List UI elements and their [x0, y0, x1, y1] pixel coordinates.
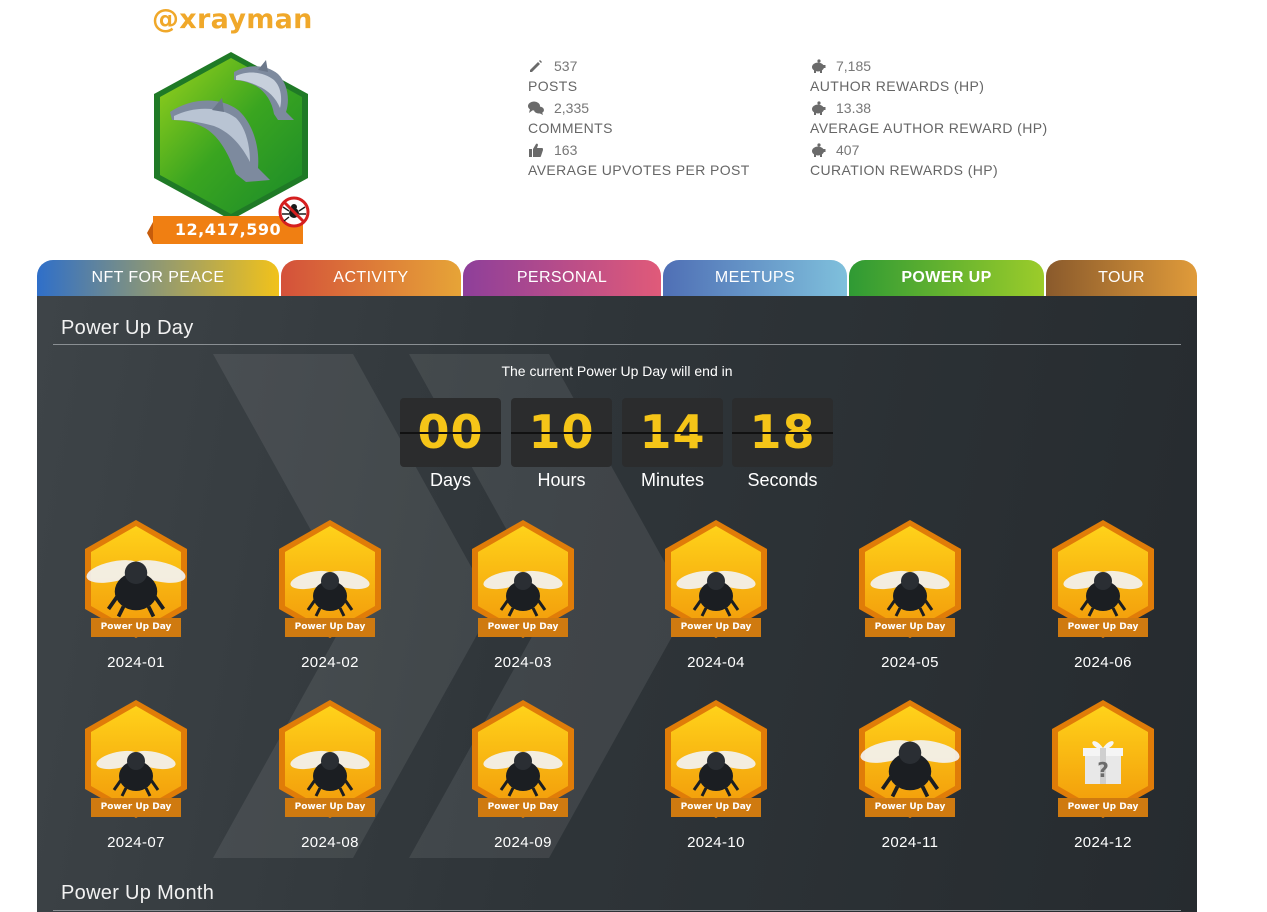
badge-2024-07[interactable]: Power Up Day 2024-07: [81, 698, 191, 868]
badge-2024-01[interactable]: Power Up Day 2024-01: [81, 518, 191, 688]
stat-posts-value: 537: [554, 58, 578, 74]
badge-date: 2024-04: [687, 654, 745, 671]
badge-ribbon-label: Power Up Day: [1058, 798, 1148, 817]
countdown-hours-value: 10: [511, 398, 612, 467]
badge-2024-10[interactable]: Power Up Day 2024-10: [661, 698, 771, 868]
divider: [53, 344, 1181, 345]
badge-ribbon-label: Power Up Day: [478, 618, 568, 637]
svg-text:?: ?: [1097, 758, 1109, 782]
stat-curation-rewards: 407 CURATION REWARDS (HP): [810, 140, 998, 180]
stat-posts-label: POSTS: [528, 78, 578, 94]
badge-date: 2024-10: [687, 834, 745, 851]
badge-ribbon-label: Power Up Day: [91, 618, 181, 637]
badge-2024-08[interactable]: Power Up Day 2024-08: [275, 698, 385, 868]
countdown-seconds-value: 18: [732, 398, 833, 467]
stat-avg-author-reward: 13.38 AVERAGE AUTHOR REWARD (HP): [810, 98, 1048, 138]
countdown-minutes-label: Minutes: [640, 470, 705, 490]
countdown-caption: The current Power Up Day will end in: [501, 363, 733, 379]
badge-2024-05[interactable]: Power Up Day 2024-05: [855, 518, 965, 688]
tab-nft-for-peace[interactable]: NFT FOR PEACE: [37, 260, 279, 296]
countdown-minutes-value: 14: [622, 398, 723, 467]
profile-page: @xrayman 12,417,590 537 POSTS 2,335 COMM…: [0, 0, 1267, 912]
tab-activity[interactable]: ACTIVITY: [281, 260, 461, 296]
no-spider-icon: [278, 196, 310, 228]
badge-date: 2024-07: [107, 834, 165, 851]
piggy-bank-icon: [812, 59, 826, 73]
piggy-bank-icon: [812, 143, 826, 157]
badge-2024-04[interactable]: Power Up Day 2024-04: [661, 518, 771, 688]
badge-2024-11[interactable]: Power Up Day 2024-11: [855, 698, 965, 868]
stat-curation-rewards-label: CURATION REWARDS (HP): [810, 162, 999, 178]
tab-personal[interactable]: PERSONAL: [463, 260, 661, 296]
badge-2024-06[interactable]: Power Up Day 2024-06: [1048, 518, 1158, 688]
badge-date: 2024-01: [107, 654, 165, 671]
tab-meetups[interactable]: MEETUPS: [663, 260, 847, 296]
stat-author-rewards-value: 7,185: [836, 58, 872, 74]
profile-tabs: NFT FOR PEACE ACTIVITY PERSONAL MEETUPS …: [37, 260, 1197, 296]
tab-power-up[interactable]: POWER UP: [849, 260, 1044, 296]
stat-curation-rewards-value: 407: [836, 142, 860, 158]
badge-date: 2024-06: [1074, 654, 1132, 671]
power-up-panel: Power Up Day The current Power Up Day wi…: [37, 296, 1197, 912]
badge-ribbon-label: Power Up Day: [478, 798, 568, 817]
badge-2024-09[interactable]: Power Up Day 2024-09: [468, 698, 578, 868]
dolphin-avatar-icon: [154, 52, 308, 220]
thumbs-up-icon: [529, 143, 543, 157]
stat-avg-author-reward-value: 13.38: [836, 100, 872, 116]
avatar: 12,417,590: [147, 50, 312, 248]
pencil-icon: [530, 60, 542, 72]
comments-icon: [528, 101, 544, 115]
stat-upvotes-value: 163: [554, 142, 578, 158]
username[interactable]: @xrayman: [152, 4, 313, 35]
divider: [53, 910, 1181, 911]
badge-ribbon-label: Power Up Day: [285, 618, 375, 637]
stat-avg-author-reward-label: AVERAGE AUTHOR REWARD (HP): [810, 120, 1048, 136]
stat-upvotes-label: AVERAGE UPVOTES PER POST: [528, 162, 750, 178]
badge-ribbon-label: Power Up Day: [285, 798, 375, 817]
badge-2024-12[interactable]: ? Power Up Day 2024-12: [1048, 698, 1158, 868]
countdown-days-value: 00: [400, 398, 501, 467]
badge-date: 2024-11: [881, 834, 939, 851]
stat-comments-label: COMMENTS: [528, 120, 613, 136]
badge-ribbon-label: Power Up Day: [671, 618, 761, 637]
badge-date: 2024-08: [301, 834, 359, 851]
badge-ribbon-label: Power Up Day: [671, 798, 761, 817]
badge-ribbon-label: Power Up Day: [91, 798, 181, 817]
countdown-days-label: Days: [429, 470, 471, 490]
countdown-hours-label: Hours: [537, 470, 586, 490]
badge-ribbon-label: Power Up Day: [865, 798, 955, 817]
badge-date: 2024-03: [494, 654, 552, 671]
badge-date: 2024-02: [301, 654, 359, 671]
stat-posts: 537 POSTS: [528, 56, 577, 96]
stat-comments: 2,335 COMMENTS: [528, 98, 613, 138]
power-up-month-title: Power Up Month: [61, 882, 215, 904]
badge-ribbon-label: Power Up Day: [1058, 618, 1148, 637]
stat-comments-value: 2,335: [554, 100, 590, 116]
tab-tour[interactable]: TOUR: [1046, 260, 1197, 296]
stat-author-rewards: 7,185 AUTHOR REWARDS (HP): [810, 56, 984, 96]
countdown-seconds-label: Seconds: [747, 470, 818, 490]
stat-upvotes: 163 AVERAGE UPVOTES PER POST: [528, 140, 750, 180]
badge-date: 2024-05: [881, 654, 939, 671]
badge-ribbon-label: Power Up Day: [865, 618, 955, 637]
stat-author-rewards-label: AUTHOR REWARDS (HP): [810, 78, 985, 94]
badge-2024-03[interactable]: Power Up Day 2024-03: [468, 518, 578, 688]
badge-date: 2024-09: [494, 834, 552, 851]
piggy-bank-icon: [812, 101, 826, 115]
badge-2024-02[interactable]: Power Up Day 2024-02: [275, 518, 385, 688]
power-up-day-title: Power Up Day: [61, 317, 194, 339]
badge-date: 2024-12: [1074, 834, 1132, 851]
